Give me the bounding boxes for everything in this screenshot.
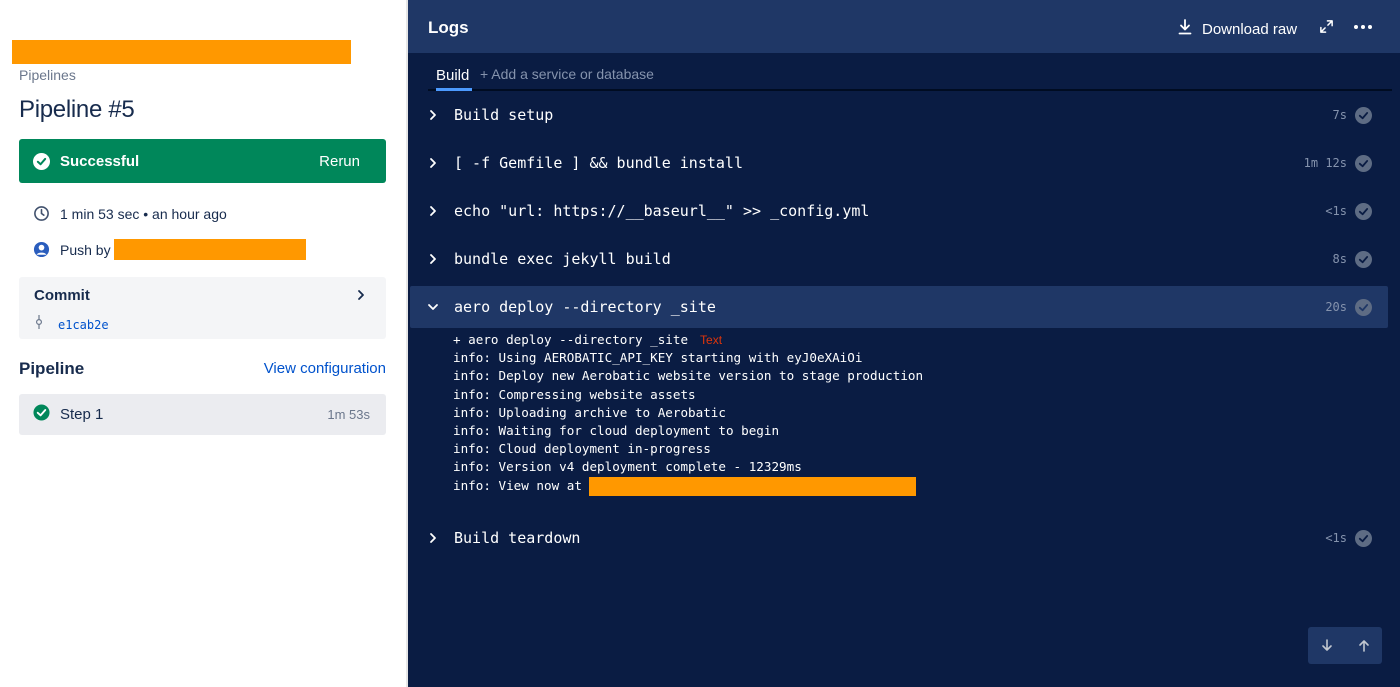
scroll-up-icon[interactable] [1345,627,1382,664]
expand-icon[interactable] [1319,19,1334,39]
log-line: info: Deploy new Aerobatic website versi… [453,368,924,384]
chevron-down-icon [426,303,440,311]
chevron-right-icon [426,205,440,217]
logs-panel: Logs Download raw Build + Add a service … [406,0,1400,687]
log-section-duration: <1s [1325,531,1347,545]
scroll-down-icon[interactable] [1308,627,1345,664]
chevron-right-icon [426,253,440,265]
rerun-button[interactable]: Rerun [319,153,360,170]
active-tab-indicator [436,88,472,91]
check-icon [1355,202,1372,220]
log-section-build-teardown[interactable]: Build teardown <1s [410,517,1388,559]
log-tabs: Build + Add a service or database [428,58,1392,91]
download-icon [1178,19,1192,39]
pipeline-sidebar: Pipelines Pipeline #5 Successful Rerun 1… [0,0,406,687]
add-service-link[interactable]: + Add a service or database [480,66,654,82]
check-icon [1355,154,1372,172]
chevron-right-icon [426,157,440,169]
log-line: info: View now at [453,476,923,496]
breadcrumb[interactable]: Pipelines [19,67,76,83]
check-icon [1355,298,1372,316]
redacted-url [589,476,917,496]
log-section-duration: 7s [1332,108,1347,122]
chevron-right-icon [426,109,440,121]
log-section-duration: 8s [1332,252,1347,266]
download-raw-button[interactable]: Download raw [1178,19,1297,39]
more-options-icon[interactable] [1353,17,1373,42]
chevron-right-icon [426,532,440,544]
log-line: info: Compressing website assets [453,386,696,402]
step-success-icon [33,403,50,426]
log-line: + aero deploy --directory _site Text [453,332,723,347]
status-label: Successful [60,152,140,170]
tab-build[interactable]: Build [436,67,469,84]
check-icon [1355,250,1372,268]
duration-text: 1 min 53 sec • an hour ago [60,205,227,222]
log-section-command: aero deploy --directory _site [454,298,716,316]
step-item[interactable]: Step 1 1m 53s [19,394,386,435]
pipeline-heading: Pipeline [19,359,85,378]
redacted-repo-name [12,40,351,64]
log-section-bundle-install[interactable]: [ -f Gemfile ] && bundle install 1m 12s [410,142,1388,184]
log-line: info: Cloud deployment in-progress [453,441,711,457]
text-annotation: Text [700,333,723,347]
check-icon [1355,106,1372,124]
page-title: Pipeline #5 [19,96,135,123]
logs-header: Logs Download raw [408,0,1400,53]
log-section-aero-deploy[interactable]: aero deploy --directory _site 20s [410,286,1388,328]
view-configuration-link[interactable]: View configuration [264,360,386,377]
log-line: info: Version v4 deployment complete - 1… [453,459,802,475]
log-section-command: Build teardown [454,529,581,547]
log-section-jekyll-build[interactable]: bundle exec jekyll build 8s [410,238,1388,280]
log-line: info: Using AEROBATIC_API_KEY starting w… [453,350,863,366]
log-section-command: bundle exec jekyll build [454,250,671,268]
log-line: info: Uploading archive to Aerobatic [453,404,726,420]
check-icon [1355,529,1372,547]
log-section-duration: <1s [1325,204,1347,218]
log-section-build-setup[interactable]: Build setup 7s [410,94,1388,136]
log-output: + aero deploy --directory _site Text info… [453,331,924,496]
log-section-duration: 1m 12s [1303,156,1347,170]
log-section-command: Build setup [454,106,554,124]
scroll-controls [1308,627,1382,664]
log-section-command: [ -f Gemfile ] && bundle install [454,154,743,172]
commit-label: Commit [34,287,90,304]
log-section-duration: 20s [1325,300,1347,314]
user-avatar-icon [33,241,50,258]
clock-icon [33,205,50,222]
git-commit-icon [35,315,43,334]
push-row: Push by [33,239,306,260]
commit-hash-row: e1cab2e [35,315,109,334]
status-banner: Successful Rerun [19,139,386,183]
redacted-username [113,239,306,260]
log-section-echo-config[interactable]: echo "url: https://__baseurl__" >> _conf… [410,190,1388,232]
commit-hash-link[interactable]: e1cab2e [58,318,109,332]
download-raw-label: Download raw [1202,20,1298,38]
log-line: info: Waiting for cloud deployment to be… [453,422,780,438]
step-duration: 1m 53s [327,407,370,422]
logs-title: Logs [428,18,469,37]
chevron-right-icon[interactable] [356,288,366,306]
commit-card[interactable]: Commit e1cab2e [19,277,386,339]
duration-row: 1 min 53 sec • an hour ago [33,205,227,222]
push-by-label: Push by [60,241,111,258]
log-section-command: echo "url: https://__baseurl__" >> _conf… [454,202,870,220]
success-check-icon [33,152,50,170]
step-name: Step 1 [60,406,104,423]
